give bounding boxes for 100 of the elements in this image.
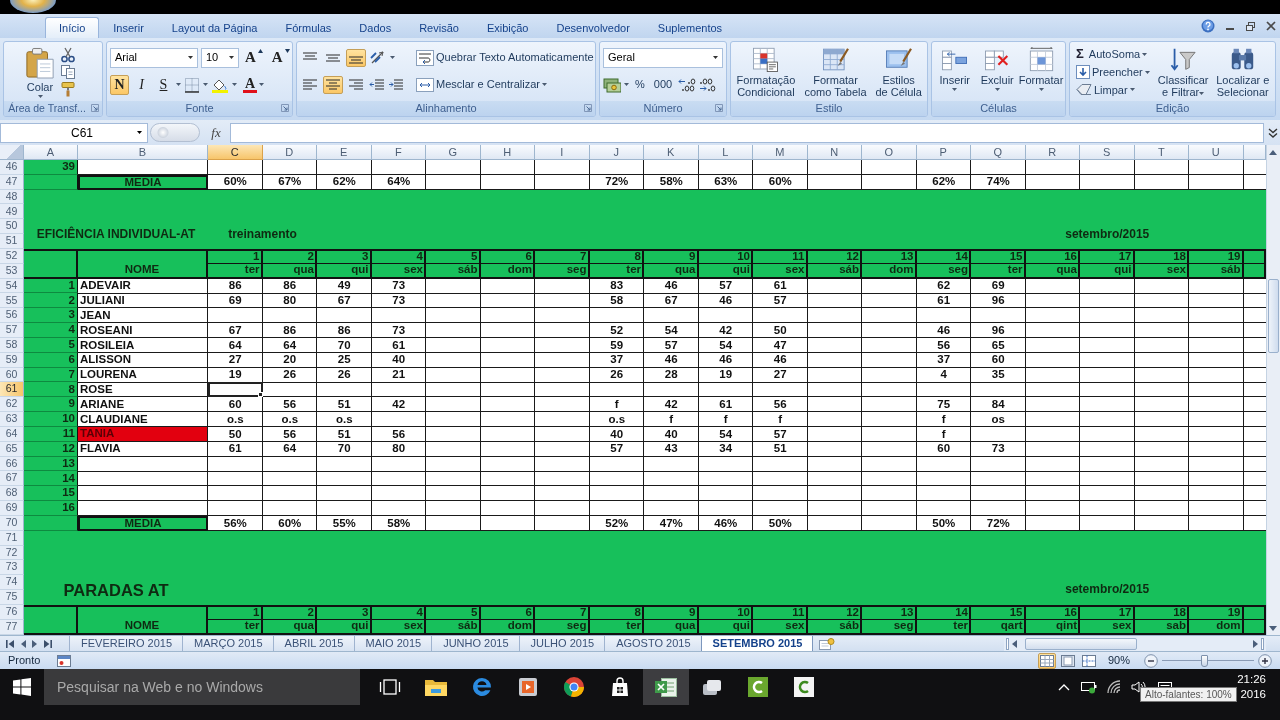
value-cell-text: 73 bbox=[391, 323, 407, 338]
value-cell-text: 67% bbox=[277, 174, 303, 190]
value-cell-text: 69 bbox=[227, 293, 243, 309]
value-cell-text: 51 bbox=[336, 426, 352, 442]
value-cell-text: 67 bbox=[227, 323, 243, 338]
value-cell-text: 47 bbox=[772, 337, 788, 353]
value-cell-text: 86 bbox=[227, 278, 243, 294]
value-cell-text: 42 bbox=[663, 397, 679, 412]
group-label: Alinhamento bbox=[415, 101, 477, 116]
value-cell-text: f bbox=[940, 426, 947, 442]
value-cell-text: f bbox=[668, 412, 675, 427]
value-cell-text: 60% bbox=[277, 515, 303, 531]
value-cell-text: 26 bbox=[336, 367, 352, 383]
name-cell-text: ROSE bbox=[79, 382, 114, 398]
value-cell-text: 61 bbox=[936, 293, 952, 309]
value-cell-text: 46% bbox=[713, 515, 739, 531]
value-cell-text: 56 bbox=[772, 397, 788, 412]
row-index-cell: 8 bbox=[24, 382, 78, 398]
value-cell-text: 46 bbox=[663, 278, 679, 294]
volume-tooltip: Alto-falantes: 100% bbox=[1140, 687, 1237, 702]
value-cell-text: 19 bbox=[227, 367, 243, 383]
value-cell-text: 51 bbox=[772, 441, 788, 457]
value-cell-text: 57 bbox=[663, 337, 679, 353]
value-cell-text: 57 bbox=[718, 278, 734, 294]
value-cell-text: 42 bbox=[718, 323, 734, 338]
value-cell-text: 86 bbox=[282, 323, 298, 338]
value-cell-text: 43 bbox=[663, 441, 679, 457]
row-index-cell: 3 bbox=[24, 308, 78, 324]
value-cell-text: 73 bbox=[990, 441, 1006, 457]
value-cell-text: 96 bbox=[990, 293, 1006, 309]
value-cell-text: 55% bbox=[331, 515, 357, 531]
value-cell-text: 80 bbox=[391, 441, 407, 457]
value-cell-text: 60% bbox=[767, 174, 793, 190]
value-cell-text: 75 bbox=[936, 397, 952, 412]
value-cell-text: 65 bbox=[990, 337, 1006, 353]
value-cell-text: 26 bbox=[282, 367, 298, 383]
value-cell-text: 72% bbox=[604, 174, 630, 190]
value-cell-text: 35 bbox=[990, 367, 1006, 383]
name-cell-text: LOURENA bbox=[79, 367, 138, 383]
value-cell-text: 60 bbox=[227, 397, 243, 412]
value-cell-text: f bbox=[777, 412, 784, 427]
row-index-cell: 10 bbox=[24, 412, 78, 427]
name-cell-text: ALISSON bbox=[79, 352, 133, 368]
value-cell-text: 56 bbox=[391, 426, 407, 442]
value-cell-text: 83 bbox=[609, 278, 625, 294]
value-cell-text: o.s bbox=[607, 412, 627, 427]
value-cell-text: 69 bbox=[990, 278, 1006, 294]
value-cell-text: 25 bbox=[336, 352, 352, 368]
value-cell-text: 67 bbox=[336, 293, 352, 309]
row-index-cell: 14 bbox=[24, 471, 78, 487]
value-cell-text: 47% bbox=[658, 515, 684, 531]
name-cell: TANIA bbox=[78, 426, 208, 442]
row-index-cell: 4 bbox=[24, 323, 78, 338]
average-label: MEDIA bbox=[78, 515, 208, 531]
value-cell-text: 19 bbox=[718, 367, 734, 383]
value-cell-text: 84 bbox=[990, 397, 1006, 412]
value-cell-text: 67 bbox=[663, 293, 679, 309]
section-title: EFICIÊNCIA INDIVIDUAL-AT bbox=[36, 227, 196, 241]
column-title: NOME bbox=[78, 248, 208, 279]
name-cell-text: ADEVAIR bbox=[79, 278, 132, 294]
name-cell-text: JULIANI bbox=[79, 293, 126, 309]
value-cell-text: 64 bbox=[227, 337, 243, 353]
value-cell-text: 42 bbox=[391, 397, 407, 412]
name-cell-text: CLAUDIANE bbox=[79, 412, 149, 427]
value-cell-text: 62 bbox=[936, 278, 952, 294]
status-text: Pronto bbox=[8, 653, 41, 669]
average-label: MEDIA bbox=[78, 174, 208, 190]
value-cell-text: 57 bbox=[609, 441, 625, 457]
value-cell-text: 52% bbox=[604, 515, 630, 531]
value-cell-text: 46 bbox=[772, 352, 788, 368]
value-cell-text: 72% bbox=[985, 515, 1011, 531]
value-cell-text: 64 bbox=[282, 337, 298, 353]
value-cell-text: 51 bbox=[336, 397, 352, 412]
value-cell-text: 50 bbox=[772, 323, 788, 338]
value-cell-text: 54 bbox=[718, 426, 734, 442]
value-cell-text: f bbox=[722, 412, 729, 427]
row-index-cell: 39 bbox=[24, 160, 78, 175]
value-cell-text: 56% bbox=[222, 515, 248, 531]
value-cell-text: 50% bbox=[931, 515, 957, 531]
name-cell-text: JEAN bbox=[79, 308, 112, 323]
value-cell-text: 56 bbox=[282, 426, 298, 442]
value-cell-text: 37 bbox=[609, 352, 625, 368]
value-cell-text: 46 bbox=[663, 352, 679, 368]
value-cell-text: o.s bbox=[280, 412, 300, 427]
section-title: PARADAS AT bbox=[63, 580, 169, 600]
value-cell-text: 57 bbox=[772, 426, 788, 442]
row-index-cell: 16 bbox=[24, 501, 78, 516]
value-cell-text: 70 bbox=[336, 441, 352, 457]
value-cell-text: 58% bbox=[386, 515, 412, 531]
value-cell-text: 64 bbox=[282, 441, 298, 457]
row-index-cell: 2 bbox=[24, 293, 78, 309]
value-cell-text: 49 bbox=[336, 278, 352, 294]
value-cell-text: f bbox=[940, 412, 947, 427]
section-date: setembro/2015 bbox=[1065, 583, 1150, 597]
value-cell-text: 80 bbox=[282, 293, 298, 309]
value-cell-text: 50% bbox=[767, 515, 793, 531]
value-cell-text: 21 bbox=[391, 367, 407, 383]
value-cell-text: 46 bbox=[718, 293, 734, 309]
value-cell-text: 58% bbox=[658, 174, 684, 190]
value-cell-text: 61 bbox=[772, 278, 788, 294]
